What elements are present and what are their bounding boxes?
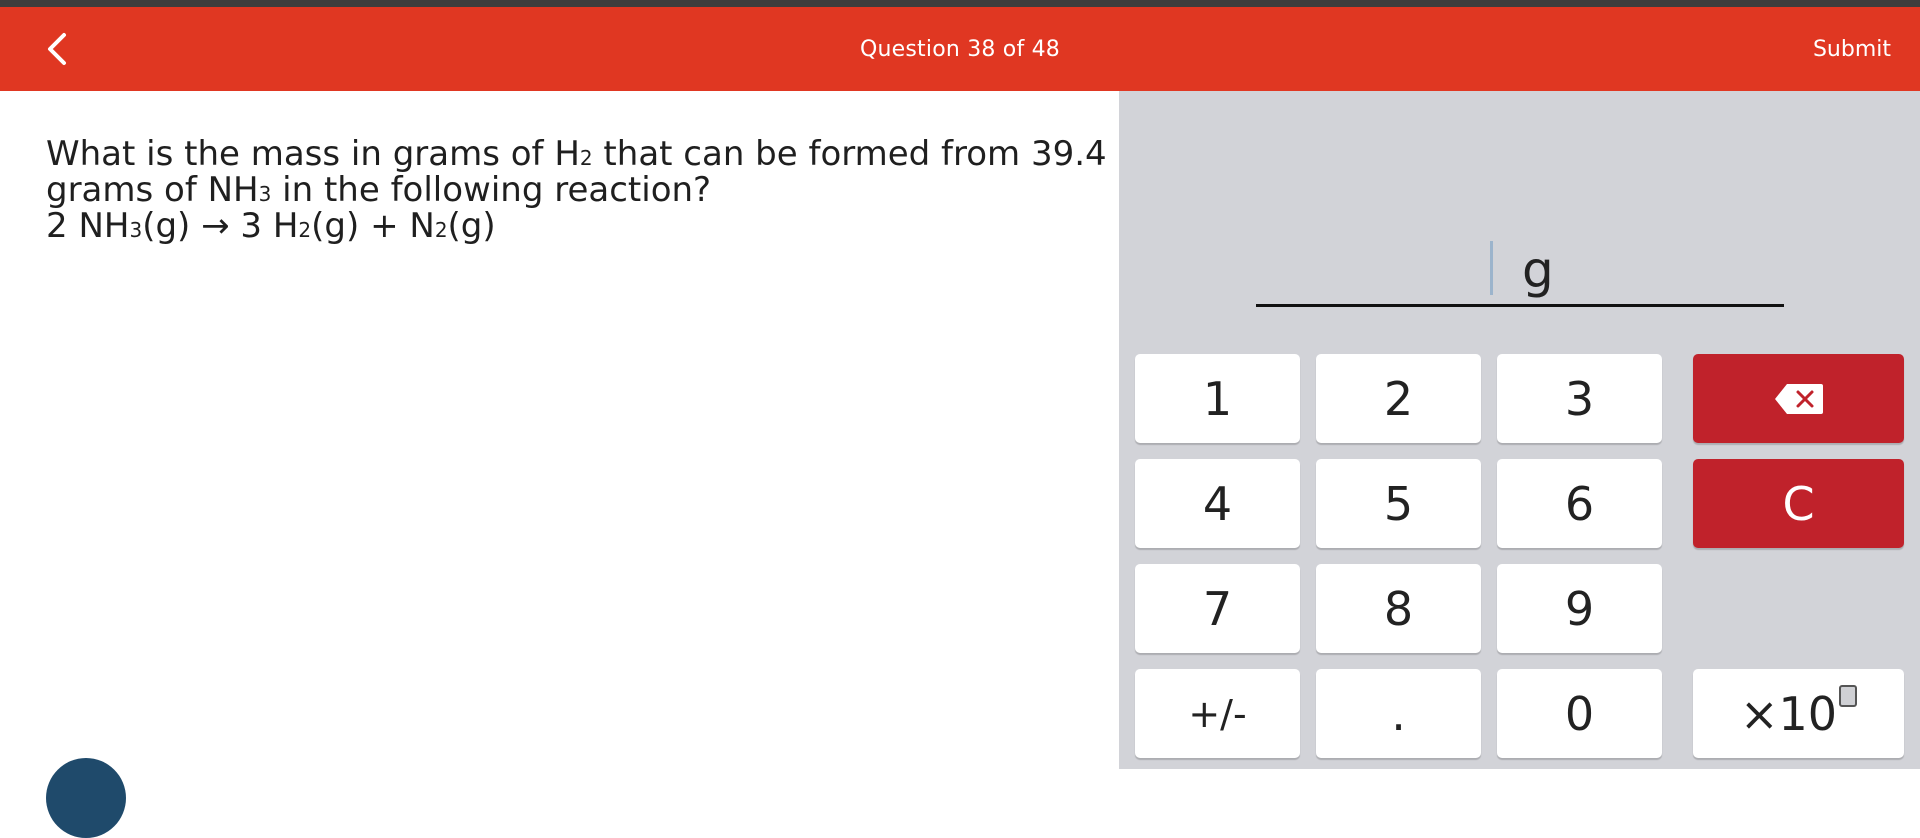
scientific-notation-button[interactable]: ×10	[1693, 669, 1904, 758]
backspace-button[interactable]	[1693, 354, 1904, 443]
submit-button[interactable]: Submit	[1813, 37, 1891, 62]
key-7[interactable]: 7	[1135, 564, 1300, 653]
top-strip	[0, 0, 1920, 7]
sign-toggle-button[interactable]: +/-	[1135, 669, 1300, 758]
decimal-point-button[interactable]: .	[1316, 669, 1481, 758]
key-1[interactable]: 1	[1135, 354, 1300, 443]
key-9[interactable]: 9	[1497, 564, 1662, 653]
key-5[interactable]: 5	[1316, 459, 1481, 548]
backspace-icon	[1774, 383, 1823, 414]
exponent-label: ×10	[1739, 686, 1838, 741]
key-8[interactable]: 8	[1316, 564, 1481, 653]
avatar[interactable]	[46, 758, 126, 838]
question-counter: Question 38 of 48	[860, 37, 1060, 62]
key-4[interactable]: 4	[1135, 459, 1300, 548]
text-caret	[1490, 241, 1493, 295]
clear-button[interactable]: C	[1693, 459, 1904, 548]
question-line-1: What is the mass in grams of H2 that can…	[46, 134, 1107, 174]
key-0[interactable]: 0	[1497, 669, 1662, 758]
key-2[interactable]: 2	[1316, 354, 1481, 443]
question-line-2: grams of NH3 in the following reaction?	[46, 170, 712, 210]
key-3[interactable]: 3	[1497, 354, 1662, 443]
reaction-equation: 2 NH3(g) → 3 H2(g) + N2(g)	[46, 206, 496, 246]
exponent-placeholder-icon	[1839, 684, 1858, 707]
header-bar: Question 38 of 48 Submit	[0, 7, 1920, 91]
question-text: What is the mass in grams of H2 that can…	[46, 134, 1107, 246]
answer-unit: g	[1522, 241, 1554, 299]
key-6[interactable]: 6	[1497, 459, 1662, 548]
answer-input[interactable]: g	[1256, 237, 1784, 307]
